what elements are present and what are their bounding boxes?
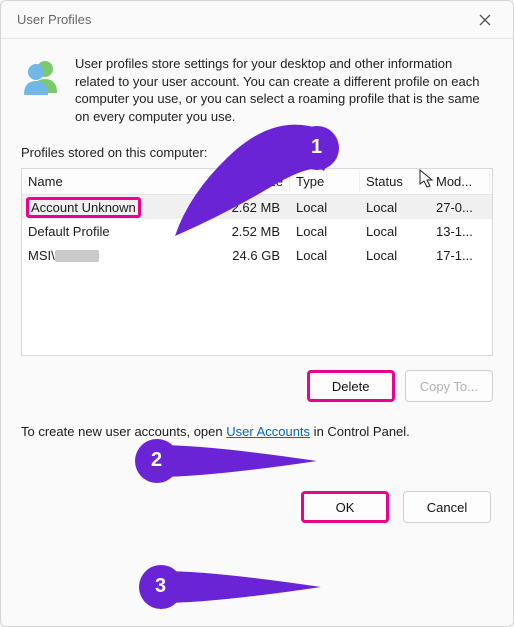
table-row[interactable]: Account Unknown 2.62 MB Local Local 27-0… xyxy=(22,195,492,219)
intro-block: User profiles store settings for your de… xyxy=(21,55,493,125)
mouse-cursor-icon xyxy=(419,169,437,191)
copy-to-button: Copy To... xyxy=(405,370,493,402)
titlebar: User Profiles xyxy=(1,1,513,39)
close-icon xyxy=(479,14,491,26)
redacted-username xyxy=(55,250,99,262)
profile-status: Local xyxy=(360,245,430,266)
profile-size: 2.52 MB xyxy=(220,221,290,242)
profiles-section-label: Profiles stored on this computer: xyxy=(21,145,493,160)
profiles-table[interactable]: Name Size Type Status Mod... Account Unk… xyxy=(21,168,493,356)
col-header-size[interactable]: Size xyxy=(220,171,290,192)
delete-button[interactable]: Delete xyxy=(307,370,395,402)
profile-size: 2.62 MB xyxy=(220,197,290,218)
table-row[interactable]: MSI\ 24.6 GB Local Local 17-1... xyxy=(22,243,492,267)
table-row[interactable]: Default Profile 2.52 MB Local Local 13-1… xyxy=(22,219,492,243)
close-button[interactable] xyxy=(465,5,505,35)
cancel-button[interactable]: Cancel xyxy=(403,491,491,523)
profile-modified: 13-1... xyxy=(430,221,490,242)
dialog-title: User Profiles xyxy=(17,12,91,27)
profile-type: Local xyxy=(290,197,360,218)
intro-text: User profiles store settings for your de… xyxy=(75,55,493,125)
annotation-3: 3 xyxy=(133,559,323,615)
hint-text: To create new user accounts, open User A… xyxy=(21,424,493,439)
col-header-type[interactable]: Type xyxy=(290,171,360,192)
col-header-name[interactable]: Name xyxy=(22,171,220,192)
col-header-modified[interactable]: Mod... xyxy=(430,171,490,192)
user-profiles-dialog: User Profiles User profiles store settin… xyxy=(0,0,514,627)
profile-modified: 17-1... xyxy=(430,245,490,266)
ok-button[interactable]: OK xyxy=(301,491,389,523)
profile-status: Local xyxy=(360,221,430,242)
profile-name: Default Profile xyxy=(22,221,220,242)
profile-modified: 27-0... xyxy=(430,197,490,218)
user-accounts-link[interactable]: User Accounts xyxy=(226,424,310,439)
profile-name: MSI\ xyxy=(22,245,220,266)
users-icon xyxy=(21,55,61,125)
profile-name-highlighted: Account Unknown xyxy=(26,197,141,218)
profile-size: 24.6 GB xyxy=(220,245,290,266)
profile-type: Local xyxy=(290,245,360,266)
profile-type: Local xyxy=(290,221,360,242)
profile-status: Local xyxy=(360,197,430,218)
